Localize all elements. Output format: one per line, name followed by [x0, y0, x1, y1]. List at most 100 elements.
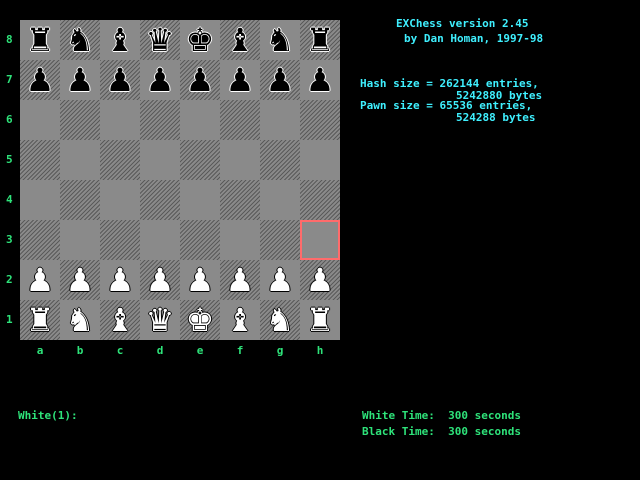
- square-c7[interactable]: ♟: [100, 60, 140, 100]
- white-bishop-icon[interactable]: ♝: [220, 300, 260, 340]
- square-e7[interactable]: ♟: [180, 60, 220, 100]
- square-e4[interactable]: [180, 180, 220, 220]
- black-pawn-icon[interactable]: ♟: [60, 60, 100, 100]
- square-g2[interactable]: ♟: [260, 260, 300, 300]
- square-b6[interactable]: [60, 100, 100, 140]
- square-h2[interactable]: ♟: [300, 260, 340, 300]
- black-king-icon[interactable]: ♚: [180, 20, 220, 60]
- square-b5[interactable]: [60, 140, 100, 180]
- white-pawn-icon[interactable]: ♟: [220, 260, 260, 300]
- square-e6[interactable]: [180, 100, 220, 140]
- square-g1[interactable]: ♞: [260, 300, 300, 340]
- square-b3[interactable]: [60, 220, 100, 260]
- square-d2[interactable]: ♟: [140, 260, 180, 300]
- square-f5[interactable]: [220, 140, 260, 180]
- black-pawn-icon[interactable]: ♟: [180, 60, 220, 100]
- black-knight-icon[interactable]: ♞: [260, 20, 300, 60]
- file-label-c: c: [116, 344, 124, 357]
- square-a1[interactable]: ♜: [20, 300, 60, 340]
- rank-label-1: 1: [6, 313, 13, 326]
- square-h6[interactable]: [300, 100, 340, 140]
- square-b4[interactable]: [60, 180, 100, 220]
- square-d7[interactable]: ♟: [140, 60, 180, 100]
- black-knight-icon[interactable]: ♞: [60, 20, 100, 60]
- black-bishop-icon[interactable]: ♝: [220, 20, 260, 60]
- square-a6[interactable]: [20, 100, 60, 140]
- square-e3[interactable]: [180, 220, 220, 260]
- square-h4[interactable]: [300, 180, 340, 220]
- square-a5[interactable]: [20, 140, 60, 180]
- square-f2[interactable]: ♟: [220, 260, 260, 300]
- square-c6[interactable]: [100, 100, 140, 140]
- white-rook-icon[interactable]: ♜: [300, 300, 340, 340]
- square-a4[interactable]: [20, 180, 60, 220]
- square-d4[interactable]: [140, 180, 180, 220]
- white-pawn-icon[interactable]: ♟: [20, 260, 60, 300]
- black-bishop-icon[interactable]: ♝: [100, 20, 140, 60]
- white-king-icon[interactable]: ♚: [180, 300, 220, 340]
- square-h1[interactable]: ♜: [300, 300, 340, 340]
- square-a3[interactable]: [20, 220, 60, 260]
- square-b7[interactable]: ♟: [60, 60, 100, 100]
- square-a8[interactable]: ♜: [20, 20, 60, 60]
- square-b8[interactable]: ♞: [60, 20, 100, 60]
- square-b1[interactable]: ♞: [60, 300, 100, 340]
- black-pawn-icon[interactable]: ♟: [140, 60, 180, 100]
- square-e8[interactable]: ♚: [180, 20, 220, 60]
- square-g3[interactable]: [260, 220, 300, 260]
- white-rook-icon[interactable]: ♜: [20, 300, 60, 340]
- move-prompt[interactable]: White(1):: [18, 409, 78, 422]
- rank-label-5: 5: [6, 153, 13, 166]
- square-f8[interactable]: ♝: [220, 20, 260, 60]
- square-g7[interactable]: ♟: [260, 60, 300, 100]
- square-g8[interactable]: ♞: [260, 20, 300, 60]
- black-pawn-icon[interactable]: ♟: [260, 60, 300, 100]
- white-bishop-icon[interactable]: ♝: [100, 300, 140, 340]
- square-c1[interactable]: ♝: [100, 300, 140, 340]
- black-pawn-icon[interactable]: ♟: [300, 60, 340, 100]
- white-pawn-icon[interactable]: ♟: [260, 260, 300, 300]
- square-c5[interactable]: [100, 140, 140, 180]
- square-f7[interactable]: ♟: [220, 60, 260, 100]
- square-f3[interactable]: [220, 220, 260, 260]
- white-pawn-icon[interactable]: ♟: [60, 260, 100, 300]
- square-a2[interactable]: ♟: [20, 260, 60, 300]
- square-d8[interactable]: ♛: [140, 20, 180, 60]
- square-d6[interactable]: [140, 100, 180, 140]
- square-f4[interactable]: [220, 180, 260, 220]
- square-a7[interactable]: ♟: [20, 60, 60, 100]
- white-clock: White Time: 300 seconds: [362, 409, 521, 422]
- square-f6[interactable]: [220, 100, 260, 140]
- black-pawn-icon[interactable]: ♟: [20, 60, 60, 100]
- square-d5[interactable]: [140, 140, 180, 180]
- square-g4[interactable]: [260, 180, 300, 220]
- square-f1[interactable]: ♝: [220, 300, 260, 340]
- white-queen-icon[interactable]: ♛: [140, 300, 180, 340]
- black-pawn-icon[interactable]: ♟: [100, 60, 140, 100]
- square-c2[interactable]: ♟: [100, 260, 140, 300]
- white-pawn-icon[interactable]: ♟: [100, 260, 140, 300]
- square-d1[interactable]: ♛: [140, 300, 180, 340]
- white-pawn-icon[interactable]: ♟: [300, 260, 340, 300]
- black-rook-icon[interactable]: ♜: [300, 20, 340, 60]
- square-c3[interactable]: [100, 220, 140, 260]
- white-knight-icon[interactable]: ♞: [60, 300, 100, 340]
- black-pawn-icon[interactable]: ♟: [220, 60, 260, 100]
- square-d3[interactable]: [140, 220, 180, 260]
- square-b2[interactable]: ♟: [60, 260, 100, 300]
- square-h8[interactable]: ♜: [300, 20, 340, 60]
- square-h5[interactable]: [300, 140, 340, 180]
- square-g5[interactable]: [260, 140, 300, 180]
- white-pawn-icon[interactable]: ♟: [180, 260, 220, 300]
- white-knight-icon[interactable]: ♞: [260, 300, 300, 340]
- square-c4[interactable]: [100, 180, 140, 220]
- square-h7[interactable]: ♟: [300, 60, 340, 100]
- square-c8[interactable]: ♝: [100, 20, 140, 60]
- square-e1[interactable]: ♚: [180, 300, 220, 340]
- square-g6[interactable]: [260, 100, 300, 140]
- black-rook-icon[interactable]: ♜: [20, 20, 60, 60]
- black-queen-icon[interactable]: ♛: [140, 20, 180, 60]
- square-e5[interactable]: [180, 140, 220, 180]
- square-e2[interactable]: ♟: [180, 260, 220, 300]
- white-pawn-icon[interactable]: ♟: [140, 260, 180, 300]
